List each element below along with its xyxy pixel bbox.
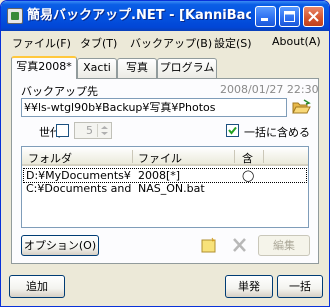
tab-xacti[interactable]: Xacti — [77, 58, 117, 78]
backup-dest-input[interactable]: ¥¥ls-wtgl90b¥Backup¥写真¥Photos — [21, 98, 287, 117]
app-icon[interactable] — [7, 8, 23, 24]
menu-tab[interactable]: タブ(T) — [80, 35, 117, 51]
menu-settings[interactable]: 設定(S) — [214, 35, 252, 51]
col-file[interactable]: ファイル — [138, 150, 182, 166]
menu-backup[interactable]: バックアップ(B) — [130, 35, 212, 51]
maximize-icon — [284, 11, 295, 22]
minimize-button[interactable] — [255, 6, 276, 27]
include-batch-label: 一括に含める — [244, 126, 310, 139]
new-item-button[interactable] — [198, 235, 220, 256]
edit-button[interactable]: 編集 — [258, 235, 310, 256]
list-item[interactable]: C:¥Documents and ... NAS_ON.bat — [24, 182, 306, 195]
new-item-icon — [201, 237, 216, 253]
backup-list[interactable]: フォルダ ファイル 含 D:¥MyDocuments¥... 2008[*] ◯… — [21, 146, 309, 228]
tab-program[interactable]: プログラム — [157, 58, 217, 78]
delete-item-button[interactable] — [229, 235, 251, 256]
batch-run-button[interactable]: 一括 — [277, 275, 323, 298]
menu-about[interactable]: About(A) — [272, 35, 321, 51]
app-window: 簡易バックアップ.NET - [KanniBack... ファイル(F) タブ(… — [0, 0, 330, 307]
menu-bar: ファイル(F) タブ(T) バックアップ(B) 設定(S) About(A) — [2, 31, 329, 53]
options-button[interactable]: オプション(O) — [21, 235, 99, 256]
window-title: 簡易バックアップ.NET - [KanniBack... — [27, 8, 251, 23]
browse-folder-button[interactable] — [290, 97, 312, 118]
include-batch-checkbox[interactable] — [226, 124, 239, 137]
generation-stepper[interactable]: 5 — [74, 122, 112, 139]
col-include[interactable]: 含 — [242, 150, 253, 166]
delete-icon — [233, 238, 246, 252]
minimize-icon — [261, 18, 268, 21]
generation-checkbox[interactable] — [56, 124, 69, 137]
checkmark-icon — [228, 126, 237, 135]
tab-photo2008[interactable]: 写真2008* — [11, 56, 77, 79]
title-bar[interactable]: 簡易バックアップ.NET - [KanniBack... — [1, 1, 329, 31]
backup-dest-label: バックアップ先 — [21, 85, 98, 98]
generation-value: 5 — [86, 124, 93, 137]
single-run-button[interactable]: 単発 — [225, 275, 273, 298]
stepper-arrows[interactable] — [97, 124, 110, 137]
folder-open-icon — [292, 99, 311, 114]
updown-icon — [101, 126, 108, 135]
close-icon — [308, 11, 319, 22]
col-folder[interactable]: フォルダ — [28, 150, 72, 166]
add-button[interactable]: 追加 — [9, 275, 65, 298]
list-header: フォルダ ファイル 含 — [22, 147, 308, 166]
menu-file[interactable]: ファイル(F) — [12, 35, 71, 51]
last-backup-date: 2008/01/27 22:30 — [220, 83, 319, 96]
close-button[interactable] — [303, 6, 324, 27]
tab-photo[interactable]: 写真 — [117, 58, 157, 78]
maximize-button[interactable] — [279, 6, 300, 27]
list-item[interactable]: D:¥MyDocuments¥... 2008[*] ◯ — [23, 168, 307, 183]
